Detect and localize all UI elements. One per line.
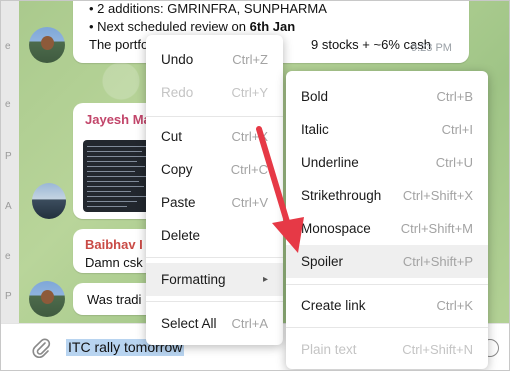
annotation-arrow-icon <box>256 126 304 253</box>
app-window: e e P A e P • 2 additions: GMRINFRA, SUN… <box>0 0 510 371</box>
